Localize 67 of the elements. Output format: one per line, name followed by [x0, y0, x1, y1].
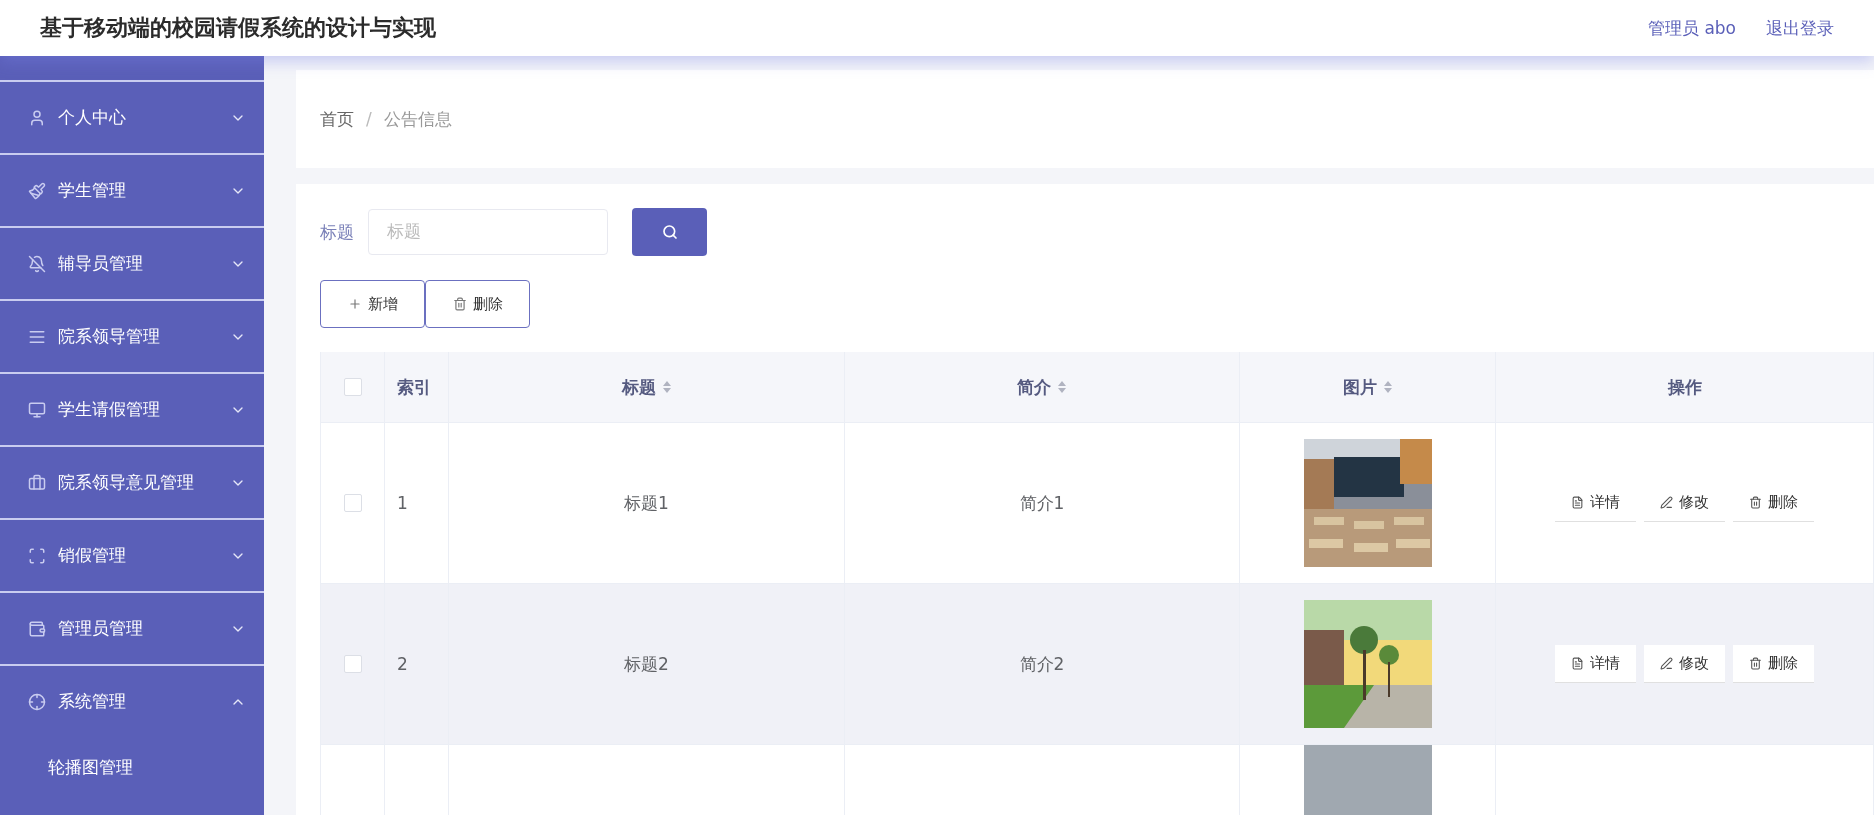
sidebar-item-label: 个人中心 — [58, 106, 127, 129]
column-header[interactable]: 图片 — [1240, 352, 1496, 423]
sort-icon — [1382, 380, 1393, 394]
sort-icon — [1057, 380, 1067, 394]
sidebar-item-label: 学生管理 — [58, 179, 127, 202]
sidebar-item[interactable]: 院系领导意见管理 — [0, 445, 264, 518]
search-button[interactable] — [632, 208, 707, 256]
menu-item-icon — [28, 473, 46, 492]
table-cell: 2 — [385, 584, 449, 745]
table-cell: 标题2 — [449, 584, 845, 745]
sidebar-subitem[interactable]: 轮播图管理 — [0, 737, 264, 797]
document-icon — [1571, 657, 1584, 670]
row-checkbox[interactable] — [343, 655, 362, 673]
sidebar-item[interactable]: 学生管理 — [0, 153, 264, 226]
menu-item-icon — [28, 108, 46, 127]
details-button[interactable]: 详情 — [1555, 645, 1636, 683]
sort-icon — [661, 380, 672, 394]
sidebar-item[interactable]: 销假管理 — [0, 518, 264, 591]
search-field[interactable]: 标题 — [368, 209, 608, 255]
plus-icon — [347, 297, 362, 311]
add-button[interactable]: 新增 — [320, 280, 425, 328]
app-title: 基于移动端的校园请假系统的设计与实现 — [40, 14, 437, 42]
column-header: 操作 — [1496, 352, 1874, 423]
sidebar-item-label: 辅导员管理 — [58, 252, 144, 275]
column-header[interactable]: 简介 — [845, 352, 1240, 423]
delete-button[interactable]: 删除 — [1733, 645, 1814, 683]
menu-item-icon — [28, 546, 46, 565]
sidebar-item-label: 院系领导管理 — [58, 325, 161, 348]
delete-button[interactable]: 删除 — [425, 280, 530, 328]
sidebar-item[interactable]: 个人中心 — [0, 80, 264, 153]
menu-item-icon — [28, 692, 46, 711]
breadcrumb-separator: / — [366, 109, 372, 129]
sidebar-item[interactable]: 学生请假管理 — [0, 372, 264, 445]
search-icon — [661, 224, 678, 240]
column-header[interactable]: 标题 — [449, 352, 845, 423]
logout-link[interactable]: 退出登录 — [1766, 16, 1834, 40]
select-all-checkbox[interactable] — [343, 378, 362, 396]
sidebar-item-label: 管理员管理 — [58, 617, 144, 640]
sidebar-item[interactable]: 管理员管理 — [0, 591, 264, 664]
edit-button[interactable]: 修改 — [1644, 645, 1725, 683]
row-checkbox[interactable] — [343, 494, 362, 512]
sidebar-item-label: 销假管理 — [58, 544, 127, 567]
trash-icon — [452, 297, 467, 311]
trash-icon — [1749, 657, 1762, 670]
sidebar-item-label: 学生请假管理 — [58, 398, 161, 421]
table-cell: 1 — [385, 423, 449, 584]
document-icon — [1571, 496, 1584, 509]
pen-icon — [1660, 496, 1673, 509]
sidebar-item-label: 系统管理 — [58, 690, 127, 713]
menu-item-icon — [28, 400, 46, 419]
sidebar-item[interactable]: 辅导员管理 — [0, 226, 264, 299]
menu-item-icon — [28, 181, 46, 200]
trash-icon — [1749, 496, 1762, 509]
sidebar-item[interactable]: 院系领导管理 — [0, 299, 264, 372]
table-cell: 简介1 — [845, 423, 1240, 584]
sidebar-item-label: 院系领导意见管理 — [58, 471, 195, 494]
menu-item-icon — [28, 619, 46, 638]
table-cell: 简介2 — [845, 584, 1240, 745]
table-cell: 标题1 — [449, 423, 845, 584]
search-label: 标题 — [320, 220, 354, 244]
user-link[interactable]: 管理员 abo — [1648, 16, 1736, 40]
pen-icon — [1660, 657, 1673, 670]
menu-item-icon — [28, 254, 46, 273]
breadcrumb-item: 公告信息 — [383, 107, 452, 131]
breadcrumb-item[interactable]: 首页 — [320, 107, 354, 131]
sidebar-item[interactable]: 系统管理 — [0, 664, 264, 737]
column-header: 索引 — [385, 352, 449, 423]
